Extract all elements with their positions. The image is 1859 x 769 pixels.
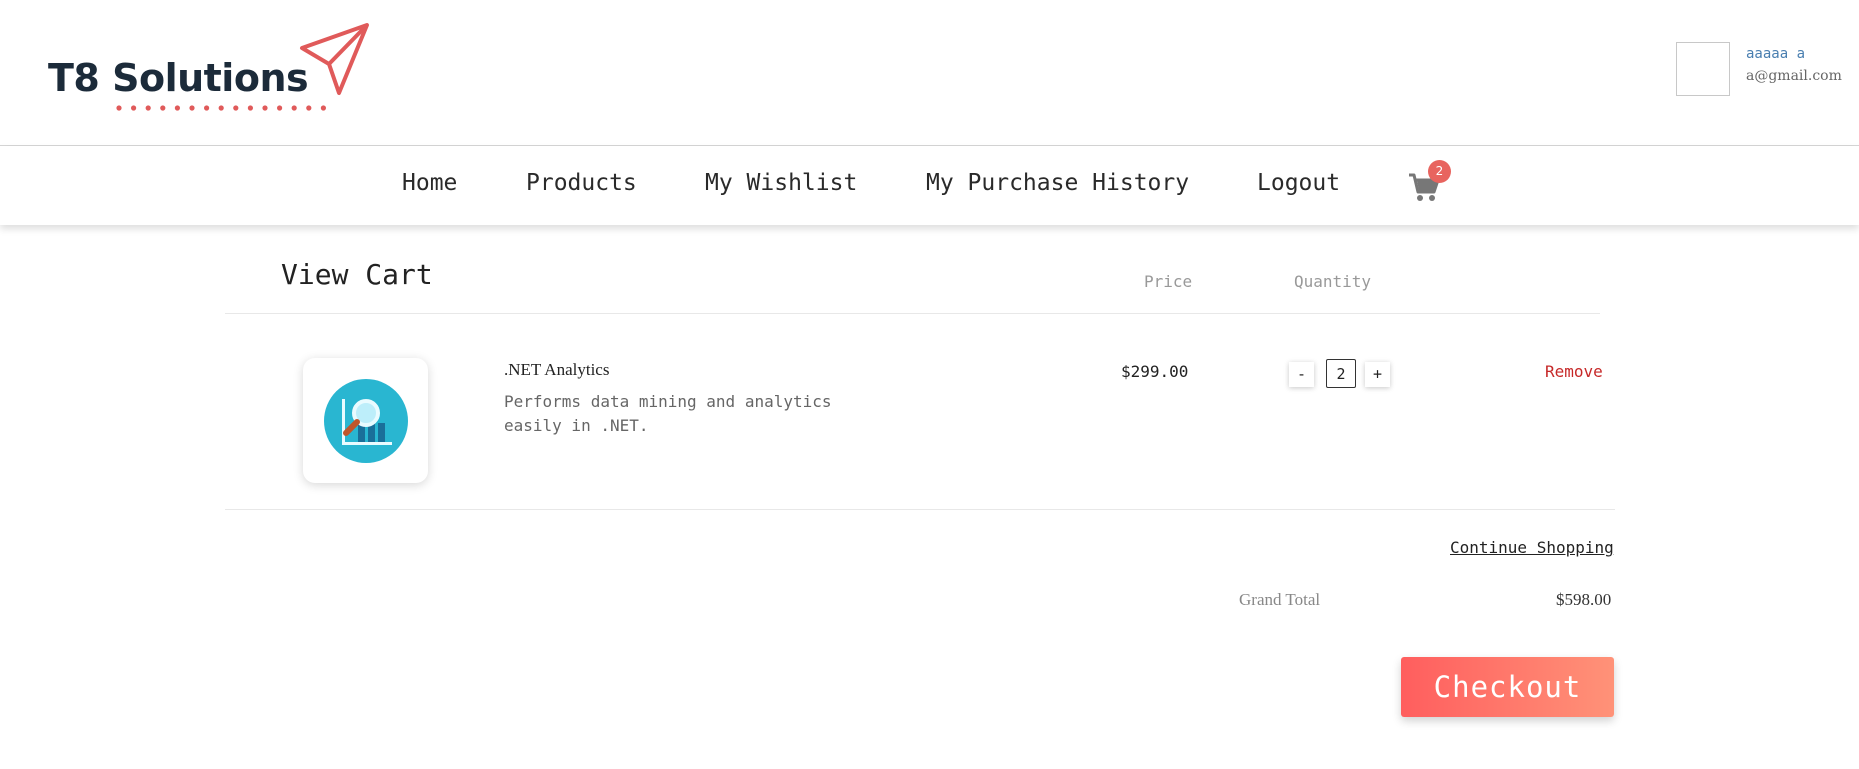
cart-button[interactable]: 2	[1408, 160, 1458, 206]
checkout-button[interactable]: Checkout	[1401, 657, 1614, 717]
product-name[interactable]: .NET Analytics	[504, 360, 609, 380]
product-description: Performs data mining and analytics easil…	[504, 392, 832, 435]
brand-logo[interactable]: T8 Solutions	[48, 22, 378, 117]
main-nav: Home Products My Wishlist My Purchase Hi…	[0, 146, 1859, 225]
nav-logout[interactable]: Logout	[1257, 170, 1340, 196]
product-price: $299.00	[1121, 362, 1189, 381]
avatar[interactable]	[1676, 42, 1730, 96]
nav-home[interactable]: Home	[402, 170, 457, 196]
divider	[225, 509, 1615, 510]
nav-products[interactable]: Products	[526, 170, 637, 196]
grand-total-value: $598.00	[1556, 590, 1612, 609]
page-title: View Cart	[281, 258, 433, 291]
brand-name: T8 Solutions	[48, 56, 309, 100]
cart-count-badge: 2	[1428, 160, 1451, 183]
product-image[interactable]	[303, 358, 428, 483]
continue-shopping-link[interactable]: Continue Shopping	[1450, 538, 1614, 557]
user-email: a@gmail.com	[1746, 68, 1842, 84]
remove-item-link[interactable]: Remove	[1545, 362, 1603, 381]
paper-plane-icon	[300, 23, 369, 95]
site-header: T8 Solutions aaaaa a a@gmail.com	[0, 0, 1859, 146]
analytics-magnifier-icon	[324, 379, 408, 463]
quantity-increment-button[interactable]: +	[1365, 362, 1390, 387]
quantity-decrement-button[interactable]: -	[1289, 362, 1314, 387]
price-column-header: Price	[1144, 272, 1193, 291]
logo-dots	[116, 105, 326, 111]
quantity-input[interactable]	[1326, 359, 1356, 388]
nav-my-wishlist[interactable]: My Wishlist	[705, 170, 857, 196]
quantity-column-header: Quantity	[1294, 272, 1372, 291]
user-name: aaaaa a	[1746, 46, 1806, 62]
divider	[225, 313, 1600, 314]
nav-my-purchase-history[interactable]: My Purchase History	[926, 170, 1189, 196]
grand-total-label: Grand Total	[1239, 590, 1321, 609]
